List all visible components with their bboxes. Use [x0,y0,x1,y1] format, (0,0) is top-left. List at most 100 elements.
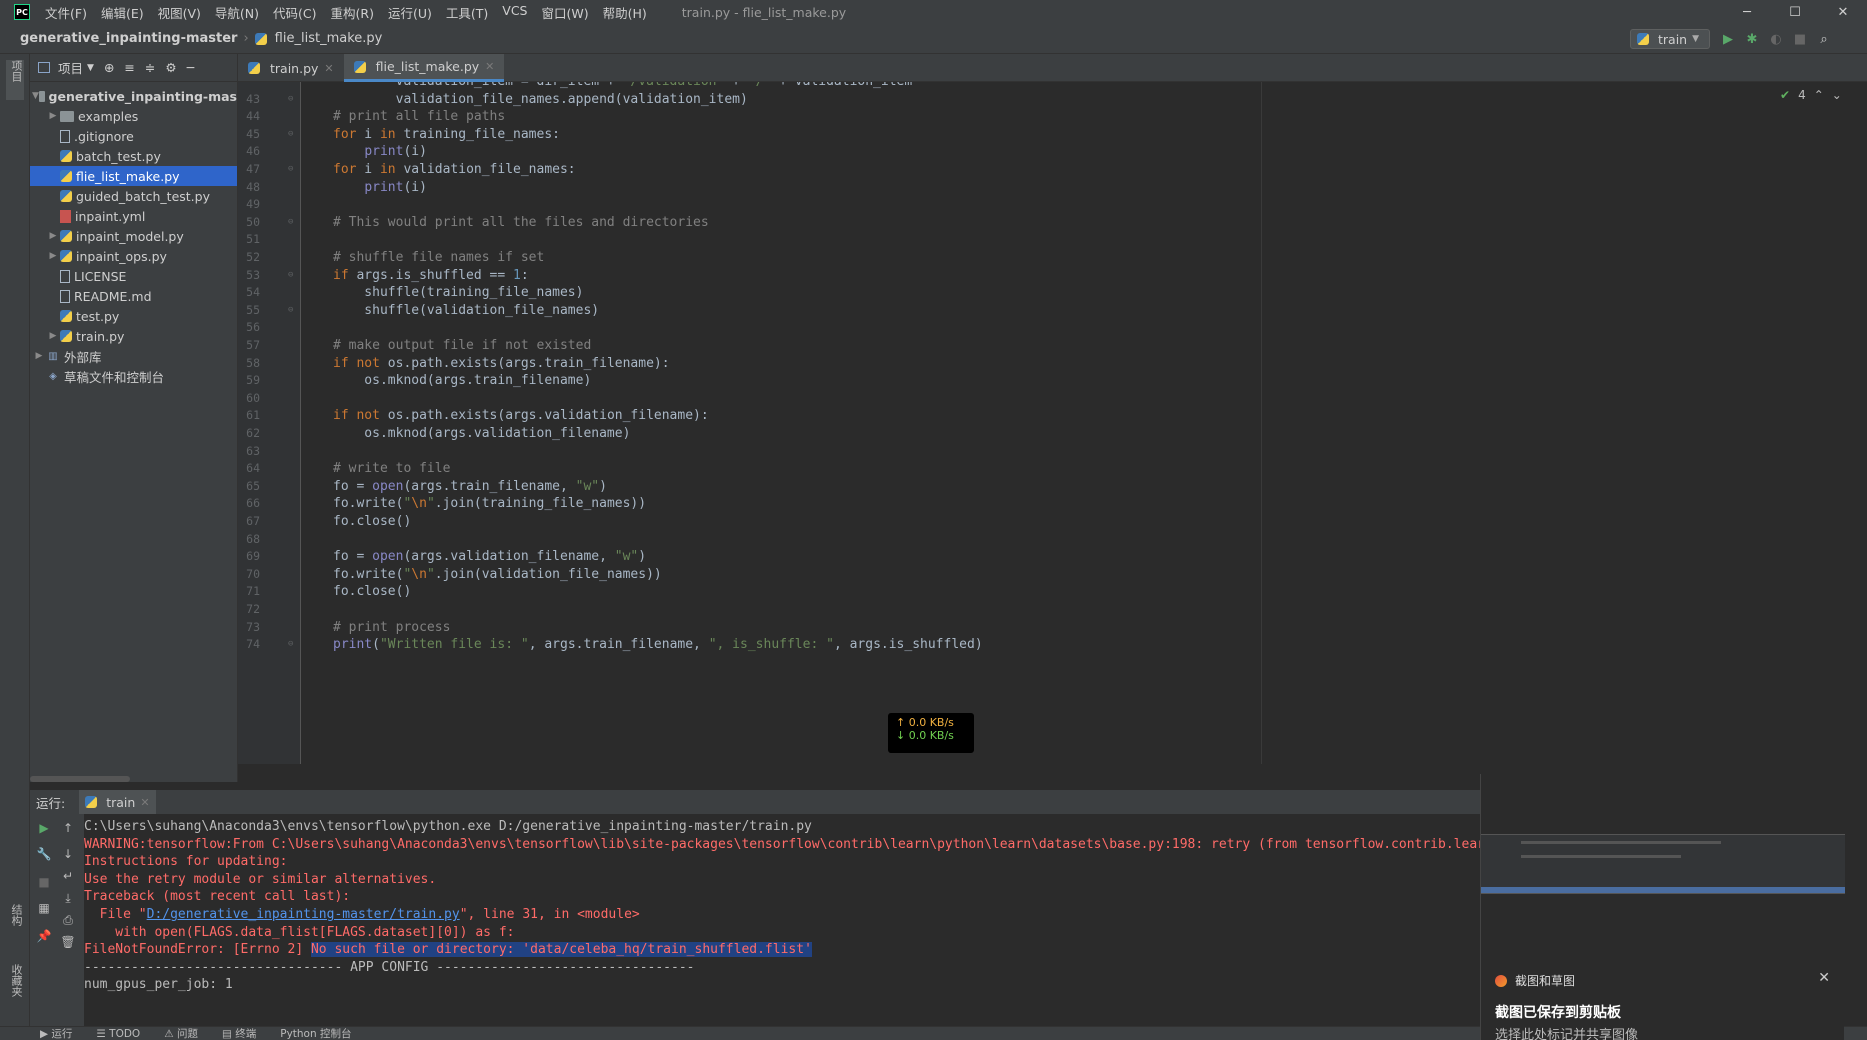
bottom-tool-tab[interactable]: ▶ 运行 [40,1027,72,1040]
window-controls: ─ ☐ ✕ [1723,0,1867,24]
maximize-icon[interactable]: ☐ [1771,0,1819,24]
scroll-to-end-icon[interactable]: ⤓ [58,888,78,908]
previous-highlight-icon[interactable]: ⌃ [1814,88,1824,102]
next-highlight-icon[interactable]: ⌄ [1832,88,1842,102]
breadcrumb-file[interactable]: flie_list_make.py [254,31,382,46]
snip-notification[interactable]: 截图和草图 ✕ 截图已保存到剪贴板 选择此处标记并共享图像 [1480,774,1845,1040]
horizontal-scrollbar[interactable] [30,776,130,782]
menu-item[interactable]: 运行(U) [381,3,439,22]
pin-icon[interactable]: 📌 [34,926,54,946]
debug-icon[interactable]: ✱ [1744,28,1760,50]
favorites-tool-tab[interactable]: 收藏夹 [6,964,24,1014]
thumbnail-detail [1521,855,1681,858]
search-icon[interactable]: ⌕ [1816,28,1832,50]
edit-config-icon[interactable]: 🔧 [34,844,54,864]
tree-item[interactable]: ▶ inpaint_model.py [30,226,237,246]
print-icon[interactable]: ⎙ [58,910,78,930]
minimize-icon[interactable]: ─ [1723,0,1771,24]
menu-item[interactable]: 文件(F) [38,3,94,22]
python-file-icon [60,250,72,262]
project-view-selector[interactable]: 项目 ▼ [38,58,94,77]
rerun-icon[interactable]: ▶ [34,818,54,838]
collapse-all-icon[interactable]: ≑ [145,60,155,75]
thumbnail-detail [1481,887,1845,893]
layout-icon[interactable]: ▦ [34,898,54,918]
stop-icon[interactable]: ■ [1792,28,1808,50]
run-config-selector[interactable]: train ▼ [1630,29,1710,49]
dropdown-arrow-icon: ▼ [1692,34,1700,44]
clear-all-icon[interactable]: 🗑 [58,932,78,952]
close-notification-icon[interactable]: ✕ [1818,970,1830,986]
settings-gear-icon[interactable]: ⚙ [165,60,176,75]
editor-tab[interactable]: flie_list_make.py ✕ [343,54,505,82]
menu-item[interactable]: VCS [495,3,534,22]
tree-root[interactable]: ▼ generative_inpainting-mas [30,86,237,106]
tree-item[interactable]: ▶ examples [30,106,237,126]
menu-item[interactable]: 视图(V) [151,3,208,22]
menu-item[interactable]: 代码(C) [266,3,323,22]
run-tab-train[interactable]: train ✕ [79,790,156,814]
code-editor[interactable]: validation_item = dir_item + '/validatio… [238,82,1858,764]
tree-item[interactable]: inpaint.yml [30,206,237,226]
tree-item[interactable]: README.md [30,286,237,306]
bottom-tool-tab[interactable]: ▤ 终端 [222,1027,256,1040]
project-tool-tab[interactable]: 项目 [6,60,24,100]
text-file-icon [60,129,70,143]
text-file-icon [60,289,70,303]
run-icon[interactable]: ▶ [1720,28,1736,50]
tree-item-label: .gitignore [74,128,134,144]
editor-tab[interactable]: train.py ✕ [238,54,344,82]
line-number: 74 [246,637,260,652]
notification-title: 截图已保存到剪贴板 [1495,1005,1621,1021]
tree-scratches[interactable]: ◈ 草稿文件和控制台 [30,366,237,386]
coverage-icon[interactable]: ◐ [1768,28,1784,50]
tree-external-libraries[interactable]: ▶ ▥ 外部库 [30,346,237,366]
tree-item[interactable]: batch_test.py [30,146,237,166]
text-file-icon [60,269,70,283]
tree-item[interactable]: flie_list_make.py [30,166,237,186]
menu-item[interactable]: 工具(T) [439,3,495,22]
fold-marker-icon[interactable]: ⊖ [288,634,293,655]
scroll-up-icon[interactable]: ↑ [58,818,78,838]
bottom-tool-tab[interactable]: ⚠ 问题 [164,1027,198,1040]
menu-item[interactable]: 帮助(H) [596,3,654,22]
soft-wrap-icon[interactable]: ↵ [58,866,78,886]
tree-item[interactable]: ▶ train.py [30,326,237,346]
menu-item[interactable]: 编辑(E) [94,3,151,22]
inspection-widget[interactable]: ✔ 4 ⌃ ⌄ [1780,88,1842,102]
project-panel-header: 项目 ▼ ⊕ ≡ ≑ ⚙ ─ [30,54,237,82]
close-window-icon[interactable]: ✕ [1819,0,1867,24]
tree-item[interactable]: test.py [30,306,237,326]
navigation-bar: generative_inpainting-master › flie_list… [0,24,1867,54]
menu-item[interactable]: 窗口(W) [534,3,595,22]
tree-item[interactable]: .gitignore [30,126,237,146]
run-console[interactable]: C:\Users\suhang\Anaconda3\envs\tensorflo… [84,814,1480,1026]
stop-run-icon[interactable]: ■ [34,872,54,892]
scroll-down-icon[interactable]: ↓ [58,844,78,864]
run-window-header: 运行: train ✕ [30,790,1480,814]
breadcrumb-project[interactable]: generative_inpainting-master [20,31,237,46]
tree-item-label: flie_list_make.py [76,168,180,184]
tree-item[interactable]: LICENSE [30,266,237,286]
project-panel: 项目 ▼ ⊕ ≡ ≑ ⚙ ─ ▼ generative_inpainting-m… [30,54,238,782]
menu-item[interactable]: 重构(R) [324,3,381,22]
tree-item[interactable]: ▶ inpaint_ops.py [30,246,237,266]
bottom-tool-tab[interactable]: Python 控制台 [280,1027,351,1040]
tree-item-label: inpaint.yml [75,208,146,224]
screenshot-thumbnail[interactable] [1481,834,1845,894]
menu-item[interactable]: 导航(N) [208,3,266,22]
bottom-tool-tab[interactable]: ☰ TODO [96,1028,140,1040]
yaml-file-icon [60,209,71,223]
expand-all-icon[interactable]: ≡ [124,60,134,75]
close-tab-icon[interactable]: ✕ [140,796,149,809]
structure-tool-tab[interactable]: 结构 [6,904,24,944]
locate-icon[interactable]: ⊕ [104,60,114,75]
collapsed-arrow-icon: ▶ [49,251,57,261]
inspection-check-icon: ✔ [1780,88,1791,102]
close-tab-icon[interactable]: ✕ [324,62,333,75]
run-label: 运行: [36,795,66,811]
vertical-scrollbar[interactable] [1858,82,1867,1026]
hide-panel-icon[interactable]: ─ [187,60,195,75]
close-tab-icon[interactable]: ✕ [485,60,494,73]
tree-item[interactable]: guided_batch_test.py [30,186,237,206]
